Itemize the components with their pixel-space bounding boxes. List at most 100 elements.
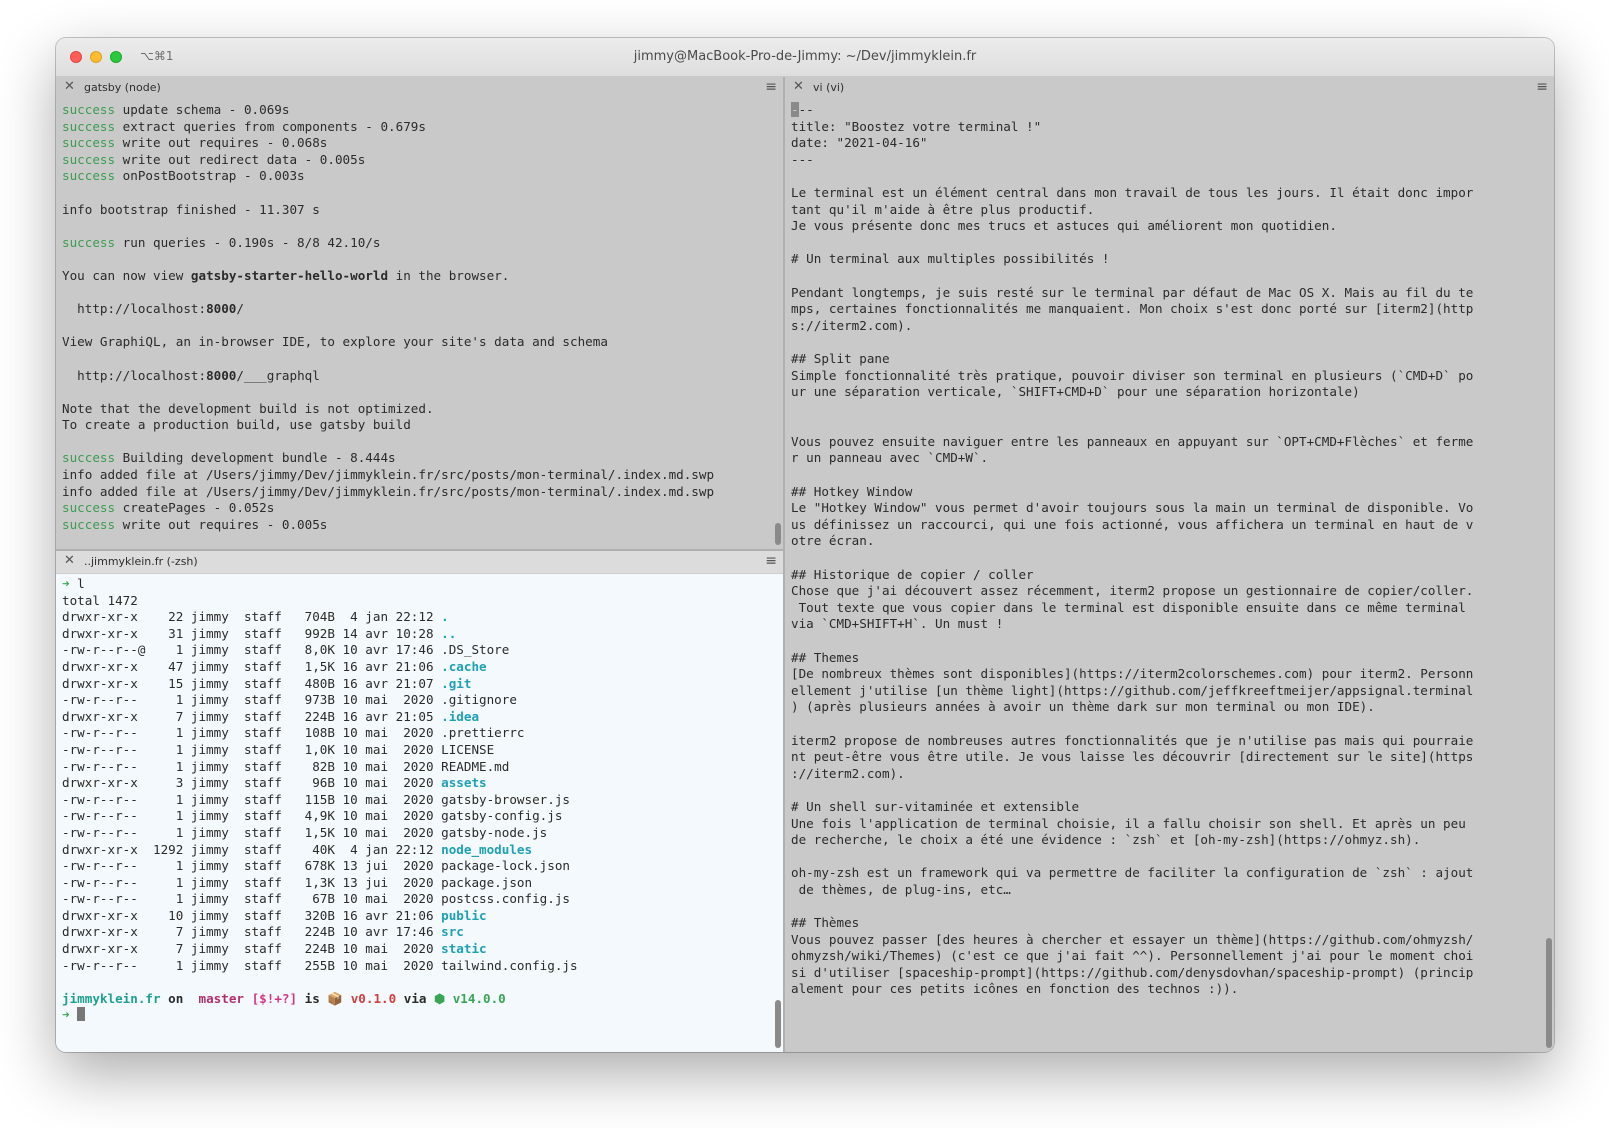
editor-line: Vous pouvez passer [des heures à cherche… [791, 931, 1474, 947]
terminal-window: ⌥⌘1 jimmy@MacBook-Pro-de-Jimmy: ~/Dev/ji… [56, 38, 1554, 1052]
zsh-output[interactable]: ➜ l total 1472 drwxr-xr-x 22 jimmy staff… [62, 576, 769, 1052]
output-line: success update schema - 0.069s [62, 102, 289, 117]
output-line: success onPostBootstrap - 0.003s [62, 168, 305, 183]
editor-line: otre écran. [791, 533, 875, 549]
close-pane-icon[interactable]: ✕ [64, 553, 75, 568]
editor-line: [De nombreux thèmes sont disponibles](ht… [791, 666, 1474, 682]
editor-line: ur une séparation verticale, `SHIFT+CMD+… [791, 384, 1360, 400]
file-meta: -rw-r--r--@ 1 jimmy staff 8,0K 10 avr 17… [62, 642, 442, 658]
editor-line: us définissez un raccourci, qui une fois… [791, 516, 1474, 532]
close-pane-icon[interactable]: ✕ [64, 79, 75, 94]
prompt-git-status: [$!+?] [244, 990, 298, 1006]
prompt-is: is [297, 990, 328, 1006]
cursor [77, 1007, 86, 1022]
file-meta: drwxr-xr-x 15 jimmy staff 480B 16 avr 21… [62, 675, 442, 691]
pane-zsh[interactable]: ✕ ..jimmyklein.fr (-zsh) ≡ ➜ l total 147… [56, 551, 783, 1052]
directory-name: .git [441, 675, 472, 691]
success-label: success [62, 102, 116, 117]
list-item: -rw-r--r-- 1 jimmy staff 82B 10 mai 2020… [62, 759, 509, 774]
pane-menu-icon[interactable]: ≡ [765, 79, 777, 95]
file-meta: -rw-r--r-- 1 jimmy staff 115B 10 mai 202… [62, 791, 442, 807]
list-item: drwxr-xr-x 7 jimmy staff 224B 10 avr 17:… [62, 924, 464, 939]
editor-line: Une fois l'application de terminal chois… [791, 815, 1466, 831]
pane-vi[interactable]: ✕ vi (vi) ≡ --- title: "Boostez votre te… [785, 77, 1554, 1052]
line-text: write out redirect data - 0.005s [115, 151, 366, 167]
editor-line: date: "2021-04-16" [791, 135, 928, 151]
title-bar[interactable]: ⌥⌘1 jimmy@MacBook-Pro-de-Jimmy: ~/Dev/ji… [56, 38, 1554, 77]
editor-line: si d'utiliser [spaceship-prompt](https:/… [791, 964, 1474, 980]
editor-line: Le terminal est un élément central dans … [791, 184, 1474, 200]
editor-line: --- [791, 151, 814, 167]
editor-line: ) (après plusieurs années à avoir un thè… [791, 699, 1375, 715]
directory-name: .cache [441, 658, 487, 674]
prompt-via: via [396, 990, 435, 1006]
file-meta: drwxr-xr-x 7 jimmy staff 224B 16 avr 21:… [62, 708, 442, 724]
pane-gatsby[interactable]: ✕ gatsby (node) ≡ success update schema … [56, 77, 783, 549]
output-line: You can now view gatsby-starter-hello-wo… [62, 268, 509, 283]
line-text: update schema - 0.069s [115, 102, 290, 117]
file-meta: -rw-r--r-- 1 jimmy staff 1,5K 10 mai 202… [62, 824, 442, 840]
editor-line: via `CMD+SHIFT+H`. Un must ! [791, 616, 1004, 632]
list-item: -rw-r--r-- 1 jimmy staff 973B 10 mai 202… [62, 692, 517, 707]
close-pane-icon[interactable]: ✕ [793, 79, 804, 94]
success-label: success [62, 168, 116, 184]
success-label: success [62, 516, 116, 532]
line-text-bold: 8000 [206, 301, 237, 317]
pane-menu-icon[interactable]: ≡ [1536, 79, 1548, 95]
editor-line: ohmyzsh/wiki/Themes) (c'est ce que j'ai … [791, 948, 1474, 964]
editor-line: title: "Boostez votre terminal !" [791, 118, 1042, 134]
list-item: -rw-r--r-- 1 jimmy staff 255B 10 mai 202… [62, 958, 578, 973]
pane-title: gatsby (node) [84, 81, 161, 94]
list-item: -rw-r--r--@ 1 jimmy staff 8,0K 10 avr 17… [62, 642, 509, 657]
command-text: l [77, 576, 85, 591]
gatsby-output[interactable]: success update schema - 0.069s success e… [62, 102, 769, 549]
line-text: onPostBootstrap - 0.003s [115, 168, 305, 184]
directory-name: public [441, 907, 487, 923]
list-item: drwxr-xr-x 7 jimmy staff 224B 16 avr 21:… [62, 709, 479, 724]
vi-editor-content[interactable]: --- title: "Boostez votre terminal !" da… [791, 102, 1540, 1052]
editor-line: oh-my-zsh est un framework qui va permet… [791, 865, 1474, 881]
scrollbar[interactable] [1546, 101, 1552, 1048]
line-text: write out requires - 0.068s [115, 135, 328, 151]
list-item: drwxr-xr-x 31 jimmy staff 992B 14 avr 10… [62, 626, 456, 641]
list-item: drwxr-xr-x 22 jimmy staff 704B 4 jan 22:… [62, 609, 449, 624]
list-item: drwxr-xr-x 15 jimmy staff 480B 16 avr 21… [62, 676, 471, 691]
scrollbar-thumb[interactable] [775, 523, 781, 545]
line-text: Building development bundle - 8.444s [115, 450, 396, 466]
editor-line: nt peut-être vous être utile. Je vous la… [791, 749, 1474, 765]
file-name: .gitignore [441, 692, 517, 708]
success-label: success [62, 234, 116, 250]
file-meta: -rw-r--r-- 1 jimmy staff 67B 10 mai 2020 [62, 891, 442, 907]
list-item: drwxr-xr-x 10 jimmy staff 320B 16 avr 21… [62, 908, 487, 923]
list-item: -rw-r--r-- 1 jimmy staff 678K 13 jui 202… [62, 858, 570, 873]
editor-line: Tout texte que vous copier dans le termi… [791, 599, 1466, 615]
scrollbar[interactable] [775, 101, 781, 545]
directory-name: .. [441, 625, 457, 641]
directory-name: assets [441, 775, 487, 791]
scrollbar-thumb[interactable] [775, 1000, 781, 1048]
success-label: success [62, 135, 116, 151]
success-label: success [62, 118, 116, 134]
pane-menu-icon[interactable]: ≡ [765, 553, 777, 569]
editor-line: ## Split pane [791, 350, 890, 366]
editor-lines: title: "Boostez votre terminal !" date: … [791, 119, 1473, 997]
file-name: gatsby-config.js [441, 808, 563, 824]
editor-line: ellement j'utilise [un thème light](http… [791, 682, 1474, 698]
scrollbar[interactable] [775, 575, 781, 1048]
file-listing: drwxr-xr-x 22 jimmy staff 704B 4 jan 22:… [62, 609, 578, 972]
scrollbar-thumb[interactable] [1546, 938, 1552, 1048]
list-item: -rw-r--r-- 1 jimmy staff 108B 10 mai 202… [62, 725, 525, 740]
editor-line: Le "Hotkey Window" vous permet d'avoir t… [791, 500, 1474, 516]
output-line: success createPages - 0.052s [62, 500, 274, 515]
file-meta: drwxr-xr-x 1292 jimmy staff 40K 4 jan 22… [62, 841, 442, 857]
editor-line: de recherche, le choix a été une évidenc… [791, 832, 1421, 848]
pane-title: vi (vi) [813, 81, 845, 94]
file-meta: drwxr-xr-x 47 jimmy staff 1,5K 16 avr 21… [62, 658, 442, 674]
file-name: .prettierrc [441, 725, 525, 741]
list-item: drwxr-xr-x 7 jimmy staff 224B 10 mai 202… [62, 941, 487, 956]
file-meta: -rw-r--r-- 1 jimmy staff 973B 10 mai 202… [62, 692, 442, 708]
list-item: -rw-r--r-- 1 jimmy staff 115B 10 mai 202… [62, 792, 570, 807]
line-text-before: http://localhost: [62, 301, 207, 317]
file-meta: drwxr-xr-x 31 jimmy staff 992B 14 avr 10… [62, 625, 442, 641]
line-text-before: You can now view [62, 267, 191, 283]
